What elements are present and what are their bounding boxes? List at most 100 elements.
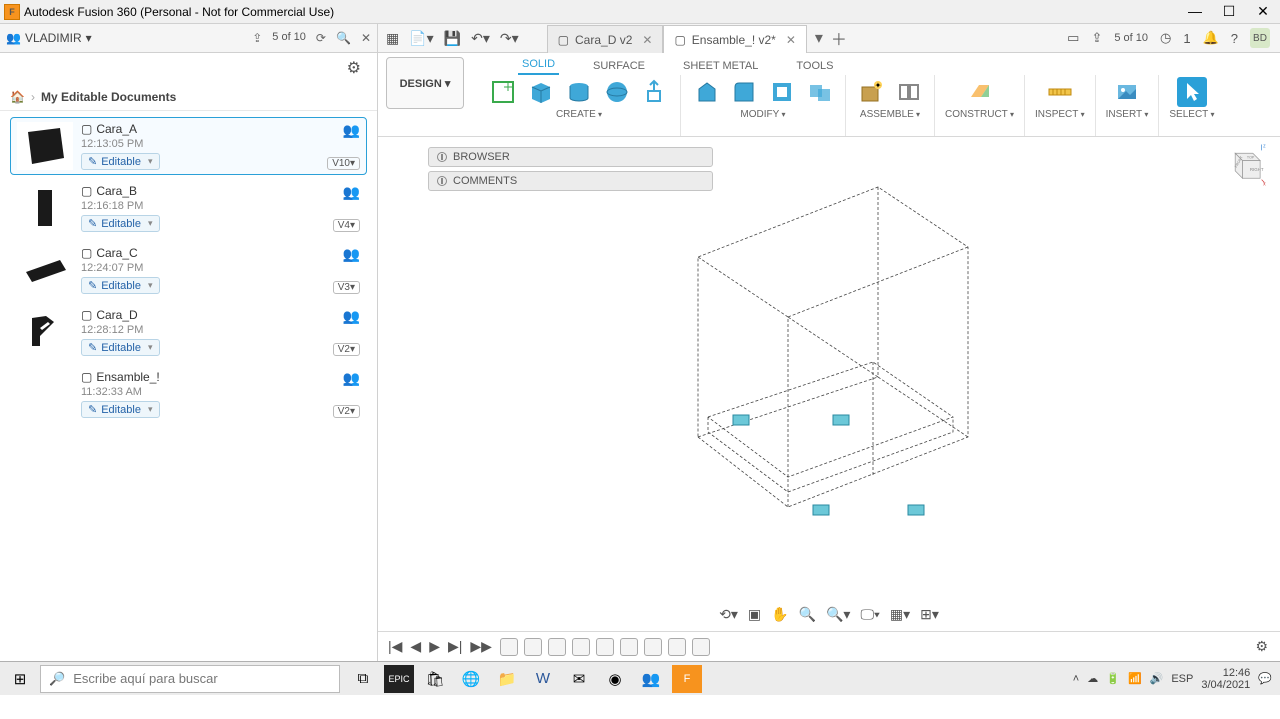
workspace-switcher[interactable]: DESIGN ▾ xyxy=(386,57,464,109)
presspull-icon[interactable] xyxy=(691,77,721,107)
combine-icon[interactable] xyxy=(805,77,835,107)
document-card[interactable]: ▢Ensamble_! 11:32:33 AM ✎Editable 👥 V2▾ xyxy=(10,365,367,423)
plane-icon[interactable] xyxy=(965,77,995,107)
extensions-icon[interactable]: ▭ xyxy=(1067,30,1079,46)
upload-icon[interactable]: ⇪ xyxy=(1091,30,1102,46)
file-menu-icon[interactable]: 📄▾ xyxy=(409,30,433,47)
document-tab-active[interactable]: ▢ Ensamble_! v2* ✕ xyxy=(663,25,806,53)
language-indicator[interactable]: ESP xyxy=(1171,673,1193,685)
viewport[interactable]: BROWSER COMMENTS xyxy=(378,137,1280,631)
tab-list-icon[interactable]: ▾ xyxy=(815,28,823,48)
panel-settings-icon[interactable]: ⚙ xyxy=(347,58,361,78)
taskbar-search[interactable]: 🔎 Escribe aquí para buscar xyxy=(40,665,340,693)
version-chip[interactable]: V4▾ xyxy=(333,219,360,232)
document-card[interactable]: ▢Cara_C 12:24:07 PM ✎Editable 👥 V3▾ xyxy=(10,241,367,299)
timeline-settings-icon[interactable]: ⚙ xyxy=(1255,638,1268,655)
user-avatar[interactable]: BD xyxy=(1250,28,1270,48)
edit-status[interactable]: ✎Editable xyxy=(81,215,160,232)
app-epic-icon[interactable]: EPIC xyxy=(384,665,414,693)
box-icon[interactable] xyxy=(526,77,556,107)
viewports-icon[interactable]: ⊞▾ xyxy=(920,606,939,623)
comments-panel-header[interactable]: COMMENTS xyxy=(428,171,713,191)
timeline-next-icon[interactable]: ▶| xyxy=(448,638,462,655)
feature-step[interactable] xyxy=(596,638,614,656)
tray-chevron-icon[interactable]: ˄ xyxy=(1073,673,1079,685)
feature-step[interactable] xyxy=(620,638,638,656)
orbit-icon[interactable]: ⟲▾ xyxy=(719,606,738,623)
grid-icon[interactable]: ▦▾ xyxy=(890,606,910,623)
version-chip[interactable]: V2▾ xyxy=(333,343,360,356)
version-chip[interactable]: V10▾ xyxy=(327,157,360,170)
app-chrome-icon[interactable]: ◉ xyxy=(600,665,630,693)
sketch-icon[interactable] xyxy=(488,77,518,107)
feature-step[interactable] xyxy=(668,638,686,656)
group-select-label[interactable]: SELECT xyxy=(1169,109,1214,120)
tab-sheetmetal[interactable]: SHEET METAL xyxy=(679,57,762,75)
tab-tools[interactable]: TOOLS xyxy=(792,57,837,75)
document-card[interactable]: ▢Cara_D 12:28:12 PM ✎Editable 👥 V2▾ xyxy=(10,303,367,361)
share-icon[interactable]: 👥 xyxy=(343,246,360,263)
measure-icon[interactable] xyxy=(1045,77,1075,107)
cylinder-icon[interactable] xyxy=(564,77,594,107)
feature-step[interactable] xyxy=(692,638,710,656)
new-component-icon[interactable]: ✦ xyxy=(856,77,886,107)
task-view-icon[interactable]: ⧉ xyxy=(348,665,378,693)
version-chip[interactable]: V2▾ xyxy=(333,405,360,418)
edit-status[interactable]: ✎Editable xyxy=(81,277,160,294)
wifi-icon[interactable]: 📶 xyxy=(1128,672,1142,685)
minimize-button[interactable]: — xyxy=(1178,3,1212,20)
document-card[interactable]: ▢Cara_A 12:13:05 PM ✎Editable 👥 V10▾ xyxy=(10,117,367,175)
maximize-button[interactable]: ☐ xyxy=(1212,3,1246,20)
extrude-icon[interactable] xyxy=(640,77,670,107)
share-icon[interactable]: 👥 xyxy=(343,122,360,139)
browser-panel-header[interactable]: BROWSER xyxy=(428,147,713,167)
refresh-icon[interactable]: ⟳ xyxy=(316,31,326,45)
feature-step[interactable] xyxy=(644,638,662,656)
version-chip[interactable]: V3▾ xyxy=(333,281,360,294)
undo-icon[interactable]: ↶▾ xyxy=(471,30,490,47)
group-create-label[interactable]: CREATE xyxy=(556,109,602,120)
tab-close-icon[interactable]: ✕ xyxy=(642,33,652,47)
viewcube[interactable]: RIGHT FRONT TOP z x xyxy=(1222,143,1266,187)
team-switcher[interactable]: 👥 VLADIMIR ▾ xyxy=(6,31,92,45)
select-icon[interactable] xyxy=(1177,77,1207,107)
redo-icon[interactable]: ↷▾ xyxy=(500,30,519,47)
app-store-icon[interactable]: 🛍 xyxy=(420,665,450,693)
home-icon[interactable]: 🏠 xyxy=(10,90,25,104)
app-edge-icon[interactable]: 🌐 xyxy=(456,665,486,693)
insert-icon[interactable] xyxy=(1112,77,1142,107)
feature-step[interactable] xyxy=(524,638,542,656)
notifications-icon[interactable]: 💬 xyxy=(1258,672,1272,685)
document-tab[interactable]: ▢ Cara_D v2 ✕ xyxy=(547,25,664,53)
battery-icon[interactable]: 🔋 xyxy=(1106,672,1120,685)
group-inspect-label[interactable]: INSPECT xyxy=(1035,109,1085,120)
shell-icon[interactable] xyxy=(767,77,797,107)
edit-status[interactable]: ✎Editable xyxy=(81,339,160,356)
start-button[interactable]: ⊞ xyxy=(0,670,40,688)
app-explorer-icon[interactable]: 📁 xyxy=(492,665,522,693)
look-icon[interactable]: ▣ xyxy=(748,606,761,623)
tab-solid[interactable]: SOLID xyxy=(518,55,559,75)
help-icon[interactable]: ? xyxy=(1231,31,1238,46)
onedrive-icon[interactable]: ☁ xyxy=(1087,672,1098,685)
new-design-icon[interactable]: ＋ xyxy=(831,26,847,50)
notifications-icon[interactable]: 🔔 xyxy=(1203,30,1219,46)
feature-step[interactable] xyxy=(548,638,566,656)
timeline-prev-icon[interactable]: ◀ xyxy=(410,638,421,655)
sphere-icon[interactable] xyxy=(602,77,632,107)
fit-icon[interactable]: 🔍▾ xyxy=(826,606,850,623)
share-icon[interactable]: 👥 xyxy=(343,308,360,325)
tab-close-icon[interactable]: ✕ xyxy=(786,33,796,47)
edit-status[interactable]: ✎Editable xyxy=(81,401,160,418)
app-teams-icon[interactable]: 👥 xyxy=(636,665,666,693)
joint-icon[interactable] xyxy=(894,77,924,107)
show-data-panel-icon[interactable]: ▦ xyxy=(386,30,399,47)
timeline-end-icon[interactable]: ▶▶ xyxy=(470,638,492,655)
close-button[interactable]: ✕ xyxy=(1246,3,1280,20)
app-fusion-icon[interactable]: F xyxy=(672,665,702,693)
share-icon[interactable]: 👥 xyxy=(343,184,360,201)
tab-surface[interactable]: SURFACE xyxy=(589,57,649,75)
save-icon[interactable]: 💾 xyxy=(444,30,461,47)
edit-status[interactable]: ✎Editable xyxy=(81,153,160,170)
timeline-start-icon[interactable]: |◀ xyxy=(388,638,402,655)
